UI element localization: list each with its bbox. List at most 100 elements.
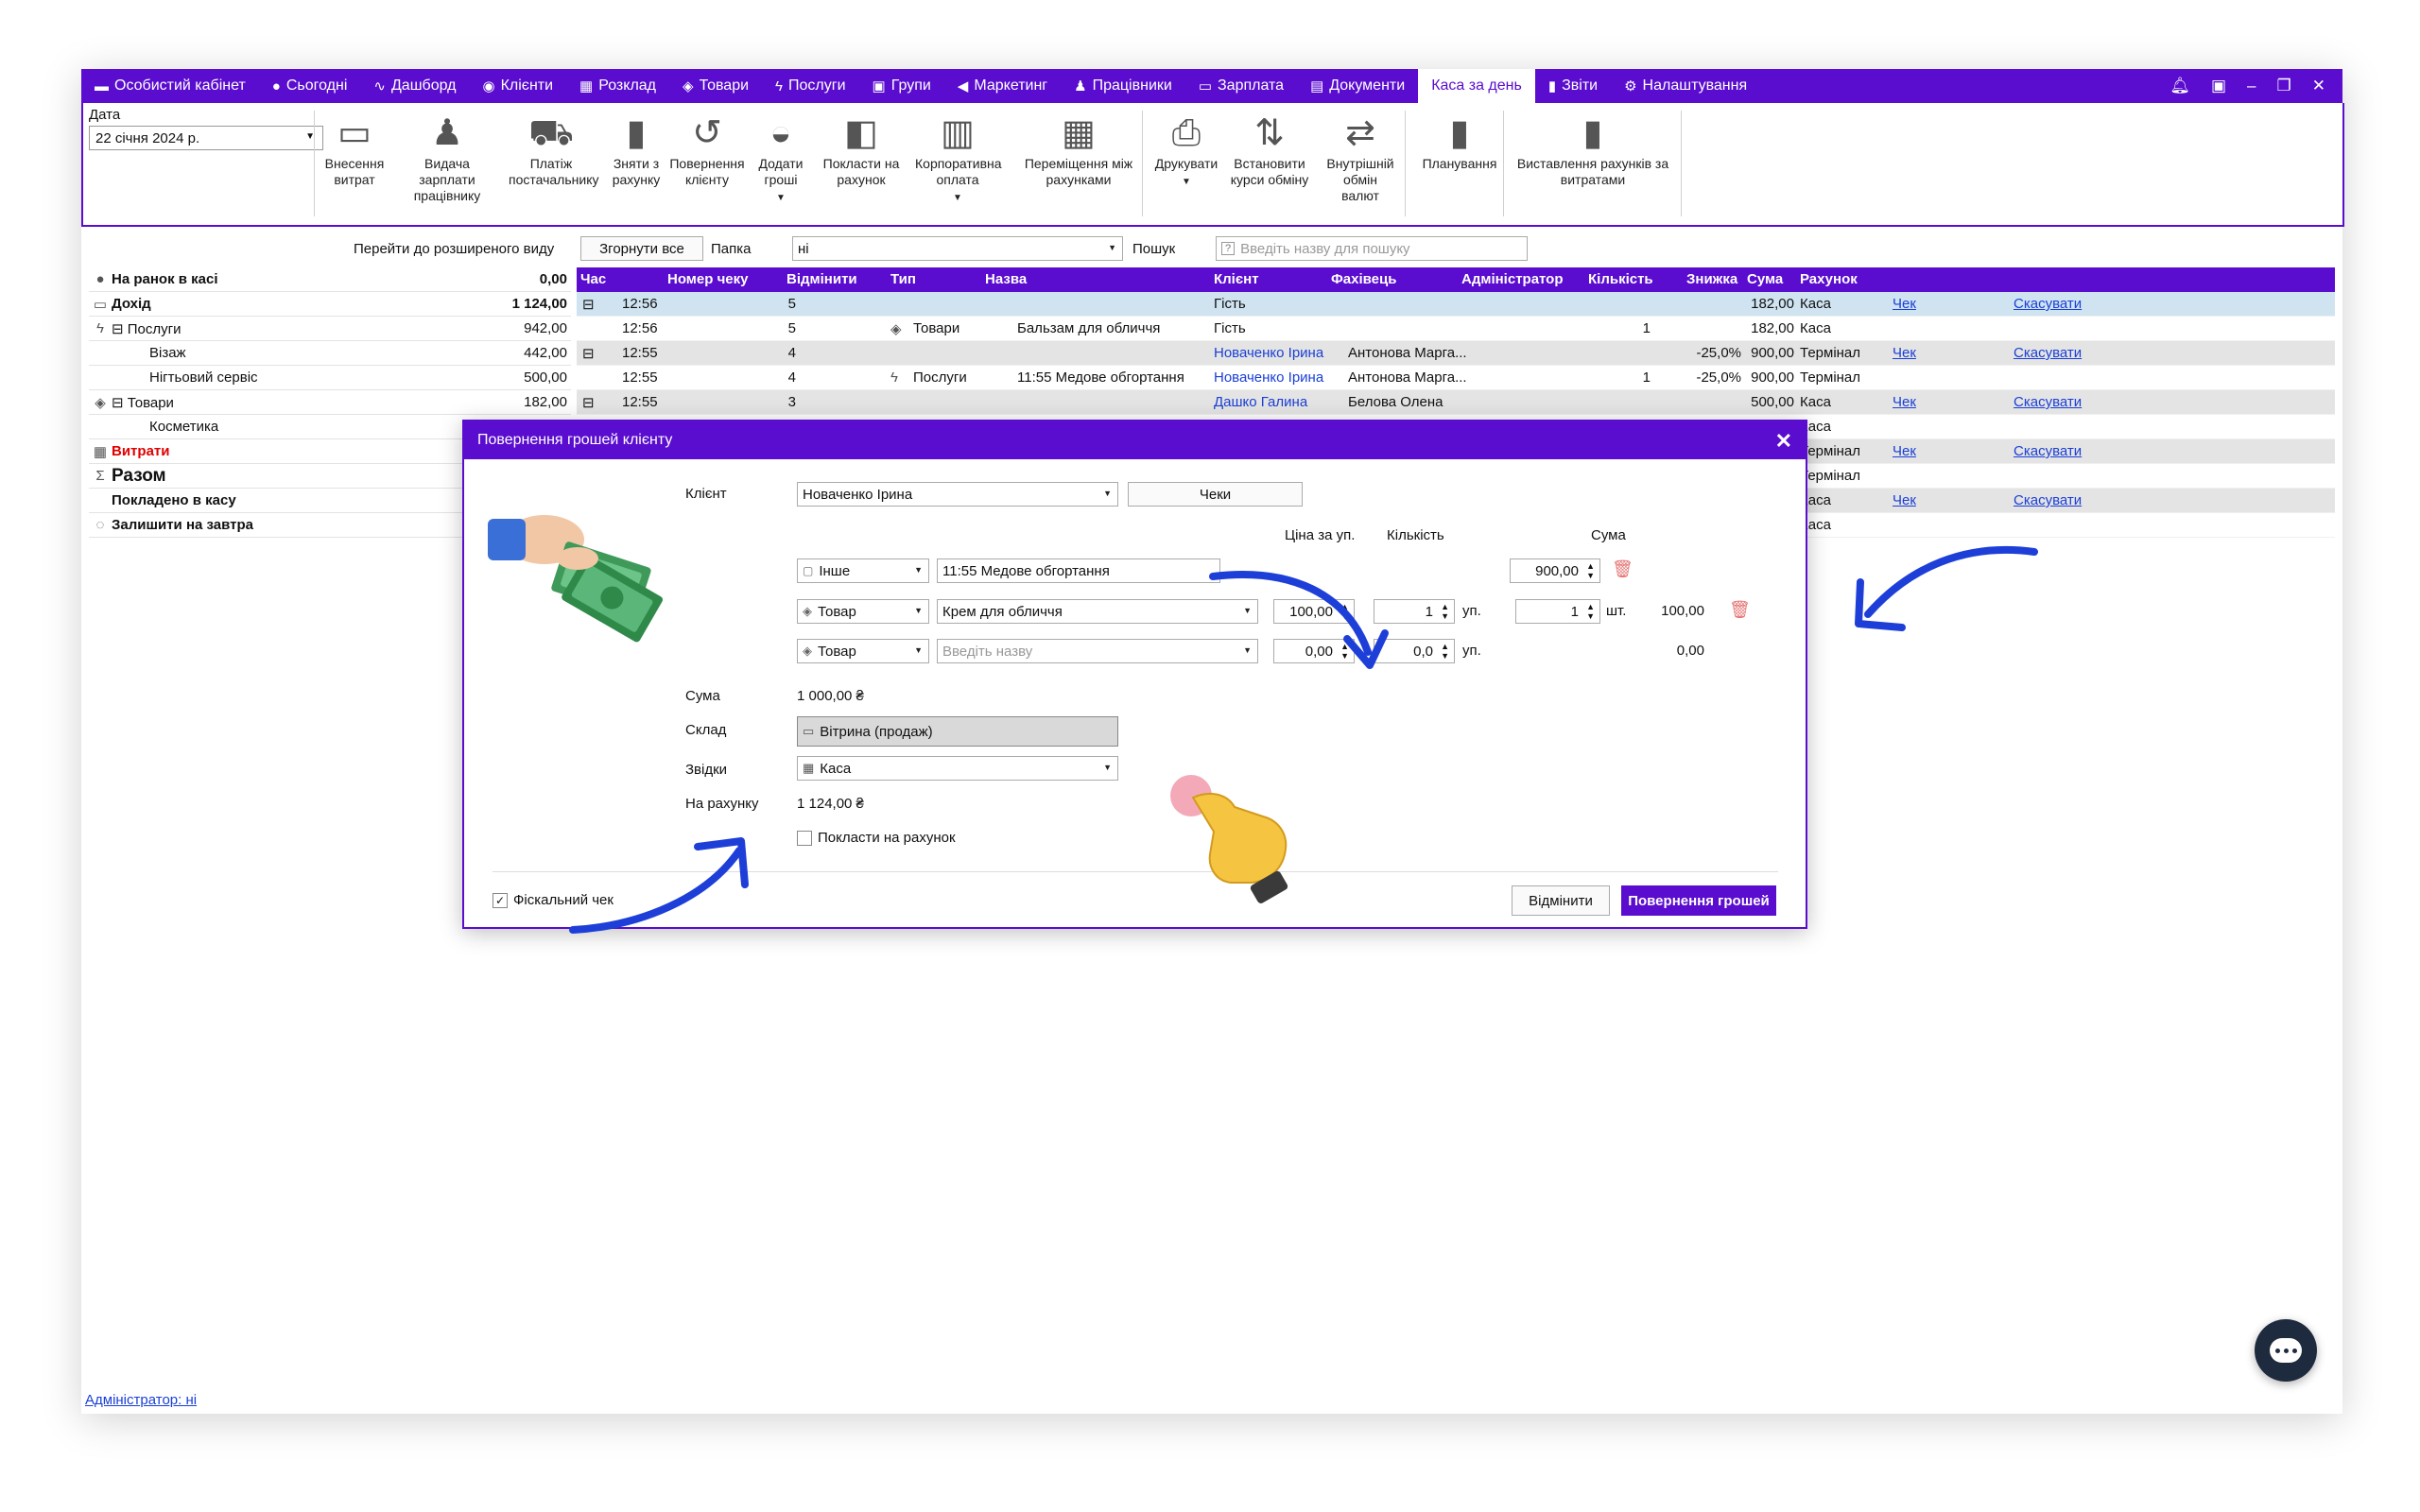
from-select[interactable]: ▦ Каса ▼: [797, 756, 1118, 781]
trash-icon[interactable]: 🗑︎: [1612, 559, 1634, 579]
summary-row[interactable]: ● На ранок в касі 0,00: [89, 267, 571, 292]
line-type-select[interactable]: ◈ Товар ▼: [797, 599, 929, 624]
ribbon-button-6[interactable]: ◧ Покласти на рахунок: [819, 111, 904, 188]
ribbon-button-12[interactable]: ▮ Планування: [1412, 111, 1507, 172]
collapse-toggle-icon[interactable]: ⊟: [582, 394, 595, 411]
nav-item-12[interactable]: Каса за день: [1418, 69, 1535, 103]
summary-row[interactable]: Візаж 442,00: [89, 341, 571, 366]
line-type-select[interactable]: ▢ Інше ▼: [797, 558, 929, 583]
collapse-all-button[interactable]: Згорнути все: [580, 236, 703, 261]
ribbon-button-11[interactable]: ⇄ Внутрішній обмін валют: [1323, 111, 1397, 204]
table-row[interactable]: ⊟ 12:55 4 Новаченко Ірина Антонова Марга... -…: [577, 341, 2335, 366]
line-sum-stepper[interactable]: 900,00 ▲ ▼: [1510, 558, 1600, 583]
nav-item-13[interactable]: ▮ Звіти: [1535, 69, 1611, 103]
check-link[interactable]: Чек: [1893, 296, 1916, 312]
nav-item-5[interactable]: ◈ Товари: [669, 69, 762, 103]
cancel-link[interactable]: Скасувати: [2014, 296, 2082, 312]
client-select[interactable]: Новаченко Ірина ▼: [797, 482, 1118, 507]
column-header[interactable]: Адміністратор: [1461, 271, 1564, 287]
summary-row[interactable]: ϟ ⊟ Послуги 942,00: [89, 317, 571, 341]
pieces-stepper[interactable]: 1 ▲ ▼: [1515, 599, 1600, 624]
nav-item-2[interactable]: ∿ Дашборд: [360, 69, 469, 103]
cancel-button[interactable]: Відмінити: [1512, 885, 1610, 916]
ribbon-button-9[interactable]: ⎙ Друкувати ▼: [1153, 111, 1219, 190]
column-header[interactable]: Тип: [890, 271, 916, 287]
column-header[interactable]: Сума: [1747, 271, 1783, 287]
folder-select[interactable]: ні ▼: [792, 236, 1123, 261]
nav-item-10[interactable]: ▭ Зарплата: [1185, 69, 1297, 103]
search-input[interactable]: ? Введіть назву для пошуку: [1216, 236, 1528, 261]
summary-row[interactable]: Нігтьовий сервіс 500,00: [89, 366, 571, 390]
stepper-arrows-icon[interactable]: ▲ ▼: [1586, 561, 1595, 580]
ribbon-button-1[interactable]: ♟ Видача зарплати працівнику: [395, 111, 499, 204]
nav-item-3[interactable]: ◉ Клієнти: [469, 69, 566, 103]
cancel-link[interactable]: Скасувати: [2014, 345, 2082, 361]
nav-item-14[interactable]: ⚙ Налаштування: [1611, 69, 1760, 103]
nav-item-9[interactable]: ♟ Працівники: [1061, 69, 1185, 103]
stepper-arrows-icon[interactable]: ▲ ▼: [1441, 602, 1449, 621]
bell-icon[interactable]: 🔔︎: [2169, 77, 2190, 95]
ribbon-button-2[interactable]: ⛟ Платіж постачальнику: [509, 111, 598, 188]
check-link[interactable]: Чек: [1893, 345, 1916, 361]
table-row[interactable]: 12:56 5 ◈ Товари Бальзам для обличчя Гість 1 18…: [577, 317, 2335, 341]
restore-icon[interactable]: ❐: [2277, 77, 2291, 95]
check-link[interactable]: Чек: [1893, 394, 1916, 410]
column-header[interactable]: Рахунок: [1800, 271, 1858, 287]
column-header[interactable]: Кількість: [1588, 271, 1653, 287]
nav-item-8[interactable]: ◀ Маркетинг: [944, 69, 1061, 103]
column-header[interactable]: Фахівець: [1331, 271, 1396, 287]
cell-client[interactable]: Новаченко Ірина: [1214, 345, 1323, 361]
ribbon-button-3[interactable]: ▮ Зняти з рахунку: [603, 111, 669, 188]
advanced-view-link[interactable]: Перейти до розширеного виду: [354, 234, 554, 263]
column-header[interactable]: Номер чеку: [667, 271, 748, 287]
stepper-arrows-icon[interactable]: ▲ ▼: [1586, 602, 1595, 621]
nav-item-11[interactable]: ▤ Документи: [1297, 69, 1418, 103]
cell-client[interactable]: Дашко Галина: [1214, 394, 1307, 410]
close-icon[interactable]: ✕: [2312, 77, 2325, 95]
minimize-icon[interactable]: –: [2247, 77, 2256, 95]
cancel-link[interactable]: Скасувати: [2014, 394, 2082, 410]
table-row[interactable]: ⊟ 12:56 5 Гість 182,00 Каса Чек Скасувати: [577, 292, 2335, 317]
admin-link[interactable]: Адміністратор: ні: [85, 1392, 197, 1408]
ribbon-button-5[interactable]: ◒ Додати гроші ▼: [752, 111, 809, 206]
ribbon-button-7[interactable]: ▥ Корпоративна оплата ▼: [915, 111, 1002, 206]
ribbon-button-10[interactable]: ⇅ Встановити курси обміну: [1229, 111, 1310, 188]
table-row[interactable]: ⊟ 12:55 3 Дашко Галина Белова Олена 500,00 Кас…: [577, 390, 2335, 415]
cancel-link[interactable]: Скасувати: [2014, 443, 2082, 459]
chat-widget-button[interactable]: [2255, 1319, 2317, 1382]
line-type-select[interactable]: ◈ Товар ▼: [797, 639, 929, 663]
ribbon-button-0[interactable]: ▭ Внесення витрат: [321, 111, 388, 188]
column-header[interactable]: Відмінити: [786, 271, 857, 287]
deposit-checkbox[interactable]: Покласти на рахунок: [797, 830, 956, 847]
nav-item-0[interactable]: ▬ Особистий кабінет: [81, 69, 259, 103]
nav-item-4[interactable]: ▦ Розклад: [566, 69, 669, 103]
ribbon-button-4[interactable]: ↺ Повернення клієнту: [669, 111, 745, 188]
column-header[interactable]: Час: [580, 271, 606, 287]
line-name-field[interactable]: 11:55 Медове обгортання: [937, 558, 1220, 583]
summary-row[interactable]: ▭ Дохід 1 124,00: [89, 292, 571, 317]
cell-client[interactable]: Новаченко Ірина: [1214, 369, 1323, 386]
warehouse-select[interactable]: ▭ Вітрина (продаж): [797, 716, 1118, 747]
refund-button[interactable]: Повернення грошей: [1621, 885, 1776, 916]
trash-icon[interactable]: 🗑︎: [1729, 600, 1751, 620]
ribbon-button-13[interactable]: ▮ Виставлення рахунків за витратами: [1512, 111, 1673, 188]
close-icon[interactable]: ✕: [1775, 429, 1792, 454]
column-header[interactable]: Клієнт: [1214, 271, 1259, 287]
check-link[interactable]: Чек: [1893, 443, 1916, 459]
column-header[interactable]: Назва: [985, 271, 1027, 287]
cancel-link[interactable]: Скасувати: [2014, 492, 2082, 508]
summary-row[interactable]: ◈ ⊟ Товари 182,00: [89, 390, 571, 415]
nav-item-6[interactable]: ϟ Послуги: [762, 69, 858, 103]
ribbon-button-8[interactable]: ▦ Переміщення між рахунками: [1017, 111, 1140, 188]
checks-button[interactable]: Чеки: [1128, 482, 1303, 507]
column-header[interactable]: Знижка: [1686, 271, 1737, 287]
collapse-toggle-icon[interactable]: ⊟: [582, 296, 595, 313]
table-row[interactable]: 12:55 4 ϟ Послуги 11:55 Медове обгортання Нов…: [577, 366, 2335, 390]
stepper-arrows-icon[interactable]: ▲ ▼: [1441, 642, 1449, 661]
date-select[interactable]: 22 січня 2024 р. ▼: [89, 126, 323, 150]
collapse-toggle-icon[interactable]: ⊟: [582, 345, 595, 362]
check-link[interactable]: Чек: [1893, 492, 1916, 508]
nav-item-1[interactable]: ● Сьогодні: [259, 69, 361, 103]
lock-icon[interactable]: ▣: [2211, 77, 2226, 95]
nav-item-7[interactable]: ▣ Групи: [859, 69, 944, 103]
